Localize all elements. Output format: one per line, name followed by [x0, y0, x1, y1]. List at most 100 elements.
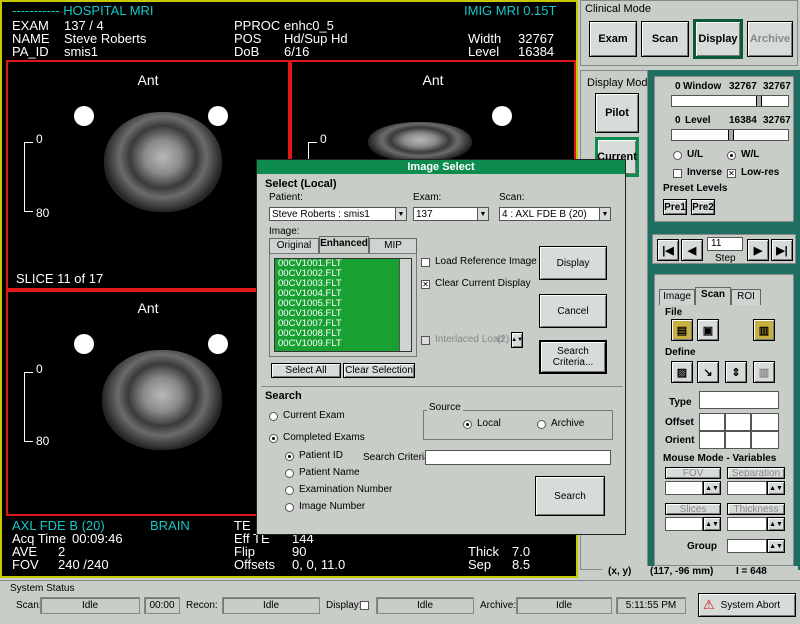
tab-scan[interactable]: Scan — [695, 287, 731, 305]
define-label: Define — [665, 347, 696, 358]
offset-y-field[interactable] — [725, 413, 751, 431]
window-slider[interactable] — [671, 95, 789, 107]
image-file-list[interactable]: 00CV1001.FLT 00CV1002.FLT 00CV1003.FLT 0… — [274, 258, 412, 352]
patient-id-radio[interactable] — [285, 452, 294, 461]
display-status-value: Idle — [376, 597, 474, 614]
thickness-button[interactable]: Thickness — [727, 503, 785, 515]
anterior-label: Ant — [422, 72, 444, 88]
archive-mode-button[interactable]: Archive — [747, 21, 793, 57]
offset-x-field[interactable] — [699, 413, 725, 431]
preset2-button[interactable]: Pre2 — [691, 199, 715, 215]
preset1-button[interactable]: Pre1 — [663, 199, 687, 215]
image-pane-1[interactable]: Ant 0 80 SLICE 11 of 17 — [6, 60, 290, 290]
slice-number-field[interactable]: 11 — [707, 237, 743, 251]
system-status-bar: System Status Scan: Idle 00:00 Recon: Id… — [0, 580, 800, 624]
type-field[interactable] — [699, 391, 779, 409]
scan-status-value: Idle — [40, 597, 140, 614]
lowres-checkbox[interactable]: ✕ — [727, 169, 736, 178]
tab-enhanced[interactable]: Enhanced — [319, 236, 369, 253]
pilot-button[interactable]: Pilot — [595, 93, 639, 133]
cancel-button[interactable]: Cancel — [539, 294, 607, 328]
prev-slice-icon[interactable]: ◀ — [681, 239, 703, 261]
define-tool-1-icon[interactable]: ▨ — [671, 361, 693, 383]
clear-selection-button[interactable]: Clear Selection — [343, 363, 415, 378]
fov-spinner-icon[interactable]: ▲▼ — [703, 481, 721, 495]
patient-name-radio[interactable] — [285, 469, 294, 478]
mri-slice-image — [102, 350, 222, 450]
display-status-checkbox[interactable] — [360, 601, 369, 610]
orient-y-field[interactable] — [725, 431, 751, 449]
dob-label: DoB — [234, 44, 260, 59]
orient-x-field[interactable] — [699, 431, 725, 449]
clock-value: 5:11:55 PM — [616, 597, 686, 614]
clear-current-checkbox[interactable]: ✕ — [421, 280, 430, 289]
scan-select[interactable]: 4 : AXL FDE B (20) ▼ — [499, 207, 611, 221]
separation-spinner-icon[interactable]: ▲▼ — [767, 481, 785, 495]
image-number-radio[interactable] — [285, 503, 294, 512]
separation-field[interactable] — [727, 481, 767, 495]
scan-mode-button[interactable]: Scan — [641, 21, 689, 57]
orient-z-field[interactable] — [751, 431, 779, 449]
interlaced-checkbox[interactable] — [421, 336, 430, 345]
display-mode-button[interactable]: Display — [693, 19, 743, 59]
system-abort-button[interactable]: ⚠ System Abort — [698, 593, 796, 617]
archive-radio[interactable] — [537, 420, 546, 429]
wl-radio[interactable] — [727, 151, 736, 160]
patient-id-label: Patient ID — [299, 450, 343, 461]
xy-value: (117, -96 mm) — [650, 566, 714, 577]
load-reference-checkbox[interactable] — [421, 258, 430, 267]
thickness-field[interactable] — [727, 517, 767, 531]
exam-number-radio[interactable] — [285, 486, 294, 495]
separation-button[interactable]: Separation — [727, 467, 785, 479]
local-radio[interactable] — [463, 420, 472, 429]
archive-status-label: Archive: — [480, 600, 517, 611]
slices-field[interactable] — [665, 517, 703, 531]
display-button[interactable]: Display — [539, 246, 607, 280]
define-tool-4-icon[interactable]: ▥ — [753, 361, 775, 383]
completed-exams-radio[interactable] — [269, 434, 278, 443]
inverse-checkbox[interactable] — [673, 169, 682, 178]
ul-radio[interactable] — [673, 151, 682, 160]
open-folder-icon[interactable]: ▤ — [671, 319, 693, 341]
new-folder-icon[interactable]: ▥ — [753, 319, 775, 341]
first-slice-icon[interactable]: |◀ — [657, 239, 679, 261]
select-all-button[interactable]: Select All — [271, 363, 341, 378]
search-criteria-input[interactable] — [425, 450, 611, 465]
exam-mode-button[interactable]: Exam — [589, 21, 637, 57]
scale-ruler — [24, 372, 33, 442]
interlaced-value: (2) — [497, 334, 510, 345]
image-pane-3[interactable]: Ant 0 80 — [6, 290, 290, 516]
image-label: Image: — [269, 226, 300, 237]
interlaced-spinner-icon[interactable]: ▲▼ — [511, 332, 523, 348]
define-tool-3-icon[interactable]: ⇕ — [725, 361, 747, 383]
fov-button[interactable]: FOV — [665, 467, 721, 479]
search-criteria-button[interactable]: Search Criteria... — [539, 340, 607, 374]
define-tool-2-icon[interactable]: ↘ — [697, 361, 719, 383]
slices-button[interactable]: Slices — [665, 503, 721, 515]
mri-slice-image — [368, 122, 472, 162]
tab-original[interactable]: Original — [269, 238, 319, 253]
current-exam-radio[interactable] — [269, 412, 278, 421]
fov-field[interactable] — [665, 481, 703, 495]
exam-select[interactable]: 137 ▼ — [413, 207, 489, 221]
search-button[interactable]: Search — [535, 476, 605, 516]
offset-z-field[interactable] — [751, 413, 779, 431]
select-local-title: Select (Local) — [265, 178, 337, 190]
last-slice-icon[interactable]: ▶| — [771, 239, 793, 261]
source-group — [423, 410, 613, 440]
tab-image[interactable]: Image — [659, 289, 695, 305]
level-slider[interactable] — [671, 129, 789, 141]
exam-label: Exam: — [413, 192, 442, 203]
list-scrollbar[interactable] — [399, 259, 411, 351]
list-item[interactable]: 00CV1009.FLT — [275, 339, 411, 349]
save-disk-icon[interactable]: ▣ — [697, 319, 719, 341]
group-field[interactable] — [727, 539, 767, 553]
group-spinner-icon[interactable]: ▲▼ — [767, 539, 785, 553]
patient-select[interactable]: Steve Roberts : smis1 ▼ — [269, 207, 407, 221]
tab-roi[interactable]: ROI — [731, 289, 761, 305]
thickness-spinner-icon[interactable]: ▲▼ — [767, 517, 785, 531]
slices-spinner-icon[interactable]: ▲▼ — [703, 517, 721, 531]
next-slice-icon[interactable]: ▶ — [747, 239, 769, 261]
image-select-dialog: Image Select Select (Local) Patient: Ste… — [256, 159, 626, 535]
tab-mip[interactable]: MIP — [369, 238, 417, 253]
